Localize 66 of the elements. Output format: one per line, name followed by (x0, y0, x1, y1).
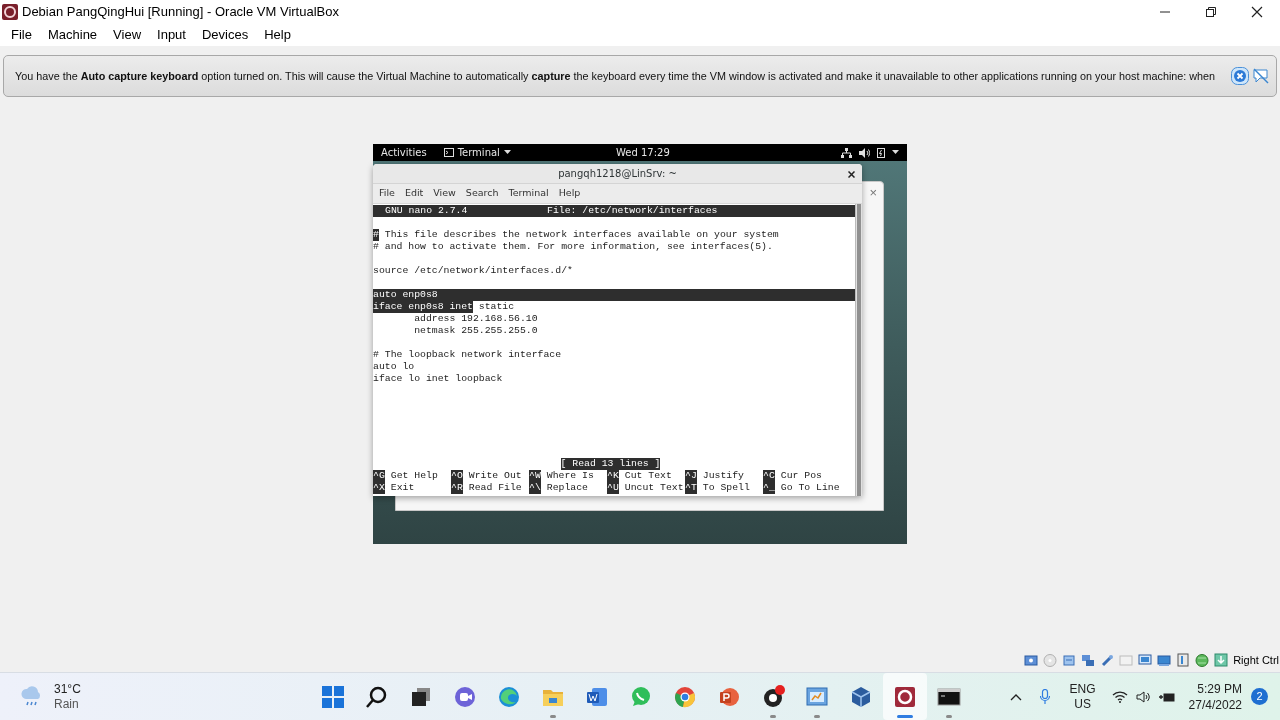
shortcut-key: ^G (373, 470, 385, 482)
menu-item[interactable]: View (428, 186, 461, 201)
shortcut-label: Go To Line (780, 482, 840, 494)
menu-item[interactable]: Help (553, 186, 586, 201)
clock-date[interactable]: 27/4/2022 (1188, 696, 1242, 713)
shortcut-label: Exit (390, 482, 415, 494)
window-title: Debian PangQingHui [Running] - Oracle VM VirtualBox (22, 3, 339, 22)
shortcut-key: ^C (763, 470, 775, 482)
notification-count[interactable]: 2 (1251, 688, 1268, 705)
shortcut-key: ^J (685, 470, 697, 482)
shortcut-label: To Spell (702, 482, 750, 494)
menu-item[interactable]: File (3, 25, 40, 45)
file-name: File: /etc/network/interfaces (547, 205, 718, 217)
menu-item[interactable]: Machine (39, 25, 106, 45)
menu-item[interactable]: Devices (193, 25, 257, 45)
shortcut-label: Write Out (468, 470, 522, 482)
shortcut-key: ^R (451, 482, 463, 494)
region-indicator[interactable]: US (1074, 696, 1091, 712)
shortcut-label: Cut Text (624, 470, 672, 482)
app-menu-button[interactable]: Terminal (457, 145, 500, 160)
code-text: address 192.168.56.10 (413, 313, 538, 325)
shortcut-key: ^\ (529, 482, 541, 494)
activities-button[interactable]: Activities (381, 145, 427, 160)
shortcut-key: ^W (529, 470, 541, 482)
shortcut-label: Where Is (546, 470, 594, 482)
code-text: static (477, 301, 515, 313)
editor-version: GNU nano 2.7.4 (385, 205, 469, 217)
code-text: This file describes the network interfaces available on your system (383, 229, 779, 241)
code-text: # (373, 229, 379, 241)
shortcut-label: Uncut Text (624, 482, 684, 494)
shortcut-key: ^O (451, 470, 463, 482)
menu-item[interactable]: Help (256, 25, 299, 45)
menu-item[interactable]: View (105, 25, 150, 45)
code-text: iface enp0s8 inet (373, 301, 473, 313)
shortcut-label: Cur Pos (780, 470, 822, 482)
menu-item[interactable]: Input (149, 25, 194, 45)
menu-item[interactable]: Search (460, 186, 504, 201)
code-text: # The loopback network interface (373, 349, 562, 361)
shortcut-label: Replace (546, 482, 588, 494)
code-text: iface lo inet loopback (373, 373, 503, 385)
menu-item[interactable]: File (374, 186, 400, 201)
shortcut-key: ^_ (763, 482, 775, 494)
language-indicator[interactable]: ENG (1069, 681, 1096, 697)
clock-time[interactable]: 5:29 PM (1197, 680, 1242, 697)
shortcut-label: Get Help (390, 470, 438, 482)
terminal-title: pangqh1218@LinSrv: ~ (558, 167, 677, 181)
shortcut-label: Justify (702, 470, 744, 482)
notification-text: You have the Auto capture keyboard option turned on. This will cause the Virtual Machine to automatically capture the keyboard every time the VM window is activated and make it unavailable to other applications running on your host machine: when (15, 68, 1217, 84)
shortcut-key: ^X (373, 482, 385, 494)
close-button[interactable]: × (869, 183, 877, 203)
shortcut-key: ^T (685, 482, 697, 494)
shortcut-key: ^U (607, 482, 619, 494)
menu-item[interactable]: Terminal (503, 186, 554, 201)
code-text: netmask 255.255.255.0 (413, 325, 538, 337)
code-text: source /etc/network/interfaces.d/* (373, 265, 573, 277)
code-text: auto enp0s8 (373, 289, 438, 301)
code-text: # and how to activate them. For more information, see interfaces(5). (373, 241, 773, 253)
menu-item[interactable]: Edit (399, 186, 429, 201)
host-key-label: Right Ctrl (1233, 652, 1279, 668)
weather-condition[interactable]: Rain (54, 696, 81, 712)
status-message: [ Read 13 lines ] (560, 458, 661, 470)
shortcut-key: ^K (607, 470, 619, 482)
shortcut-label: Read File (468, 482, 522, 494)
code-text: auto lo (373, 361, 415, 373)
weather-temperature[interactable]: 31°C (54, 681, 81, 697)
clock[interactable]: Wed 17:29 (616, 145, 670, 160)
